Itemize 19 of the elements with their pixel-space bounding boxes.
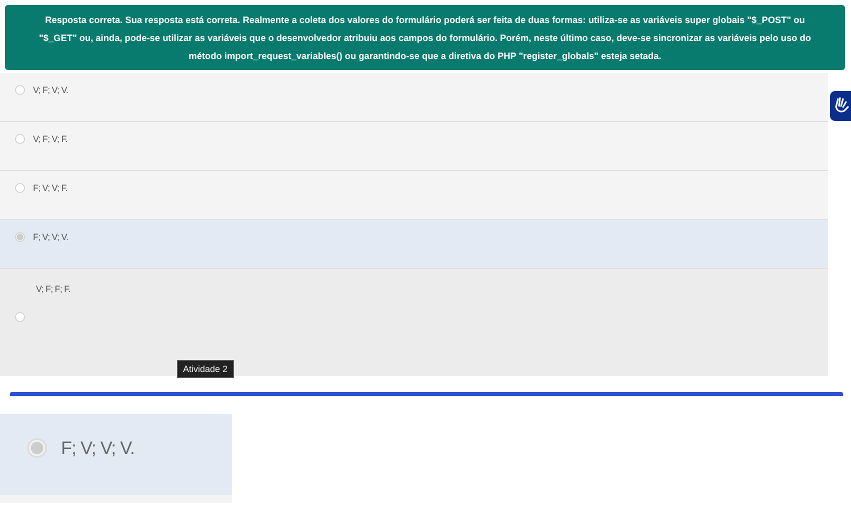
option-label: F; V; V; F. bbox=[33, 183, 68, 193]
answer-option[interactable]: V; F; V; F. bbox=[0, 122, 828, 171]
answer-option[interactable]: F; V; V; V. bbox=[0, 414, 232, 503]
radio-button[interactable] bbox=[15, 85, 25, 95]
tooltip: Atividade 2 bbox=[177, 360, 234, 378]
radio-button[interactable] bbox=[15, 312, 25, 322]
radio-button[interactable] bbox=[27, 438, 47, 458]
feedback-text: Resposta correta. Sua resposta está correta. Realmente a coleta dos valores do formulário poderá ser feita de duas formas: utiliza-se as variáveis super globais "$_POST" ou "$_GET" ou, ainda, pode-se utilizar as variáveis que o desenvolvedor atribuiu aos campos do formulário. Porém, neste último caso, deve-se sincronizar as variáveis pelo uso do método import_request_variables() ou garantindo-se que a diretiva do PHP "register_globals" esteja setada. bbox=[38, 15, 812, 61]
option-label: F; V; V; V. bbox=[33, 232, 68, 242]
radio-button[interactable] bbox=[15, 134, 25, 144]
option-label: V; F; V; F. bbox=[33, 134, 68, 144]
hand-icon[interactable] bbox=[830, 91, 851, 121]
radio-button[interactable] bbox=[15, 183, 25, 193]
radio-button[interactable] bbox=[15, 232, 25, 242]
option-label: V; F; V; V. bbox=[33, 85, 68, 95]
option-label: V; F; F; F. bbox=[36, 284, 70, 294]
answer-option[interactable]: V; F; V; V. bbox=[0, 73, 828, 122]
option-label: F; V; V; V. bbox=[61, 438, 135, 459]
answer-option[interactable]: F; V; V; V. bbox=[0, 220, 828, 269]
